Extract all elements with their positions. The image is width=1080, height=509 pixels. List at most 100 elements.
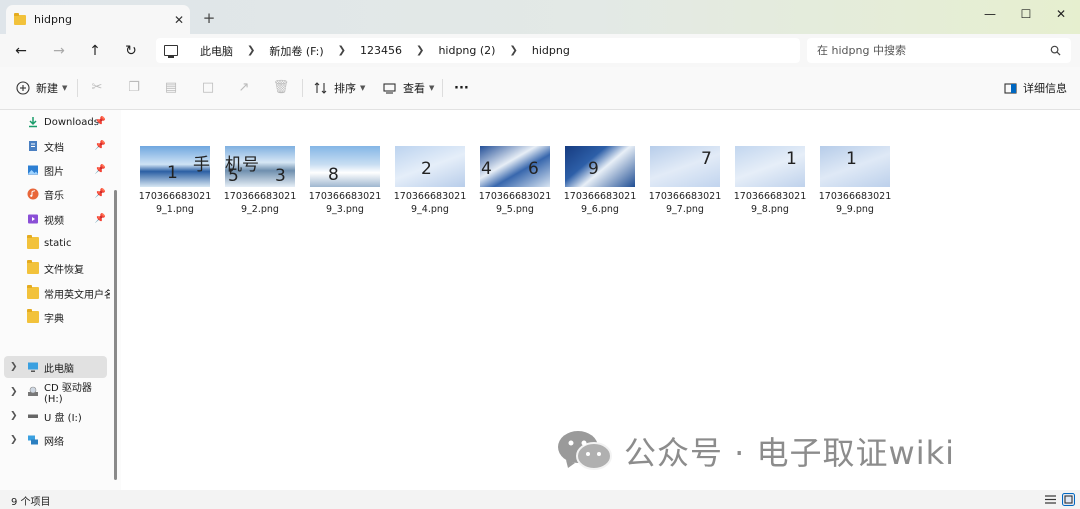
sidebar-scrollbar[interactable] [114, 190, 117, 480]
details-view-icon[interactable] [1044, 493, 1057, 506]
watermark: 公众号 · 电子取证wiki [556, 428, 955, 474]
chevron-right-icon[interactable]: ❯ [10, 411, 18, 421]
close-window-button[interactable]: ✕ [1046, 3, 1076, 25]
sidebar-item-music[interactable]: 音乐 📌 [0, 183, 110, 205]
chevron-right-icon[interactable]: ❯ [416, 45, 424, 56]
close-tab-icon[interactable]: ✕ [168, 13, 190, 27]
paste-icon[interactable]: ▤ [162, 79, 180, 97]
sidebar-item-label: CD 驱动器 (H:) [44, 383, 92, 405]
search-icon[interactable] [1050, 45, 1061, 56]
address-bar[interactable]: 此电脑 ❯ 新加卷 (F:) ❯ 123456 ❯ hidpng (2) ❯ hidpn… [156, 38, 800, 63]
usb-drive-icon [28, 414, 38, 418]
sidebar-item-videos[interactable]: 视频 📌 [0, 208, 110, 230]
picture-icon [28, 165, 38, 175]
cut-icon[interactable]: ✂ [88, 79, 106, 97]
file-item[interactable]: 机号 5 3 1703666830219_2.png [221, 146, 299, 216]
music-icon [27, 188, 39, 200]
sidebar-item-label: 字典 [44, 313, 64, 325]
sidebar-item-folder[interactable]: 常用英文用户名 [0, 282, 110, 304]
thumbnail-view-icon[interactable] [1062, 493, 1075, 506]
details-pane-button[interactable]: 详细信息 [1004, 77, 1067, 99]
file-item[interactable]: 7 1703666830219_7.png [646, 146, 724, 216]
file-item[interactable]: 2 1703666830219_4.png [391, 146, 469, 216]
breadcrumb-item[interactable]: hidpng [532, 44, 570, 57]
tab-hidpng[interactable]: hidpng ✕ [6, 5, 190, 34]
file-name: 1703666830219_3.png [308, 191, 382, 215]
view-button[interactable]: 查看 ▼ [383, 77, 434, 99]
network-icon [28, 435, 38, 445]
sidebar-item-folder[interactable]: static [0, 232, 110, 254]
up-button[interactable]: ↑ [83, 39, 107, 63]
file-thumbnail: 1 手 [140, 146, 210, 187]
new-label: 新建 [36, 82, 58, 95]
plus-circle-icon [16, 81, 30, 95]
chevron-right-icon[interactable]: ❯ [247, 45, 255, 56]
file-thumbnail: 2 [395, 146, 465, 187]
file-item[interactable]: 8 1703666830219_3.png [306, 146, 384, 216]
share-icon[interactable]: ↗ [235, 79, 253, 97]
file-item[interactable]: 4 6 1703666830219_5.png [476, 146, 554, 216]
sidebar-item-documents[interactable]: 文档 📌 [0, 135, 110, 157]
minimize-button[interactable]: — [975, 3, 1005, 25]
thumbnail-text: 7 [701, 149, 712, 169]
navigation-pane: Downloads 📌 文档 📌 图片 📌 音乐 📌 视频 📌 static 文… [0, 110, 121, 490]
thumbnail-text: 1 [167, 163, 178, 183]
sidebar-item-network[interactable]: ❯ 网络 [0, 429, 110, 451]
file-thumbnail: 1 [735, 146, 805, 187]
sidebar-item-downloads[interactable]: Downloads 📌 [0, 111, 110, 133]
refresh-button[interactable]: ↻ [119, 39, 143, 63]
breadcrumb-item[interactable]: 123456 [360, 44, 402, 57]
thumbnail-text: 4 [481, 159, 492, 179]
chevron-right-icon[interactable]: ❯ [10, 435, 18, 445]
sidebar-item-folder[interactable]: 文件恢复 [0, 257, 110, 279]
forward-button[interactable]: → [47, 39, 71, 63]
sort-icon [314, 82, 327, 94]
folder-icon [27, 285, 39, 299]
more-options-icon[interactable]: ··· [454, 77, 469, 99]
sidebar-item-pictures[interactable]: 图片 📌 [0, 159, 110, 181]
toolbar-divider [302, 79, 303, 97]
thumbnail-text: 9 [588, 159, 599, 179]
delete-icon[interactable]: 🗑 [272, 79, 290, 97]
cd-drive-icon [28, 386, 38, 396]
pin-icon: 📌 [94, 214, 106, 224]
file-item[interactable]: 1 1703666830219_9.png [816, 146, 894, 216]
rename-icon[interactable]: □ [199, 79, 217, 97]
sidebar-item-usb-drive[interactable]: ❯ U 盘 (I:) [0, 405, 110, 427]
sidebar-item-label: 图片 [44, 166, 64, 178]
details-label: 详细信息 [1023, 82, 1067, 95]
computer-icon [164, 45, 178, 58]
breadcrumb-item[interactable]: 此电脑 [200, 43, 233, 59]
maximize-button[interactable]: ☐ [1011, 3, 1041, 25]
file-item[interactable]: 9 1703666830219_6.png [561, 146, 639, 216]
chevron-right-icon[interactable]: ❯ [509, 45, 517, 56]
file-item[interactable]: 1 1703666830219_8.png [731, 146, 809, 216]
search-input[interactable] [817, 44, 1050, 57]
title-bar: hidpng ✕ + — ☐ ✕ [0, 0, 1080, 34]
sidebar-item-folder[interactable]: 字典 [0, 306, 110, 328]
sidebar-item-label: 文档 [44, 142, 64, 154]
chevron-right-icon[interactable]: ❯ [338, 45, 346, 56]
copy-icon[interactable]: ❐ [125, 79, 143, 97]
sidebar-item-this-pc[interactable]: ❯ 此电脑 [4, 356, 107, 378]
chevron-right-icon[interactable]: ❯ [10, 387, 18, 397]
file-name: 1703666830219_6.png [563, 191, 637, 215]
chevron-right-icon[interactable]: ❯ [10, 362, 18, 372]
computer-icon [28, 362, 38, 372]
file-name: 1703666830219_2.png [223, 191, 297, 215]
back-button[interactable]: ← [9, 39, 33, 63]
new-button[interactable]: 新建 ▼ [16, 77, 67, 99]
details-pane-icon [1004, 82, 1017, 94]
toolbar-divider [442, 79, 443, 97]
sidebar-item-cd-drive[interactable]: ❯ CD 驱动器 (H:) [0, 381, 110, 405]
breadcrumb-item[interactable]: hidpng (2) [438, 44, 495, 57]
document-icon [29, 141, 37, 151]
pin-icon: 📌 [94, 141, 106, 151]
new-tab-button[interactable]: + [200, 9, 218, 27]
file-item[interactable]: 1 手 1703666830219_1.png [136, 146, 214, 216]
file-name: 1703666830219_5.png [478, 191, 552, 215]
file-thumbnail: 9 [565, 146, 635, 187]
breadcrumb-item[interactable]: 新加卷 (F:) [269, 43, 323, 59]
thumbnail-text: 2 [421, 159, 432, 179]
sort-button[interactable]: 排序 ▼ [314, 77, 365, 99]
